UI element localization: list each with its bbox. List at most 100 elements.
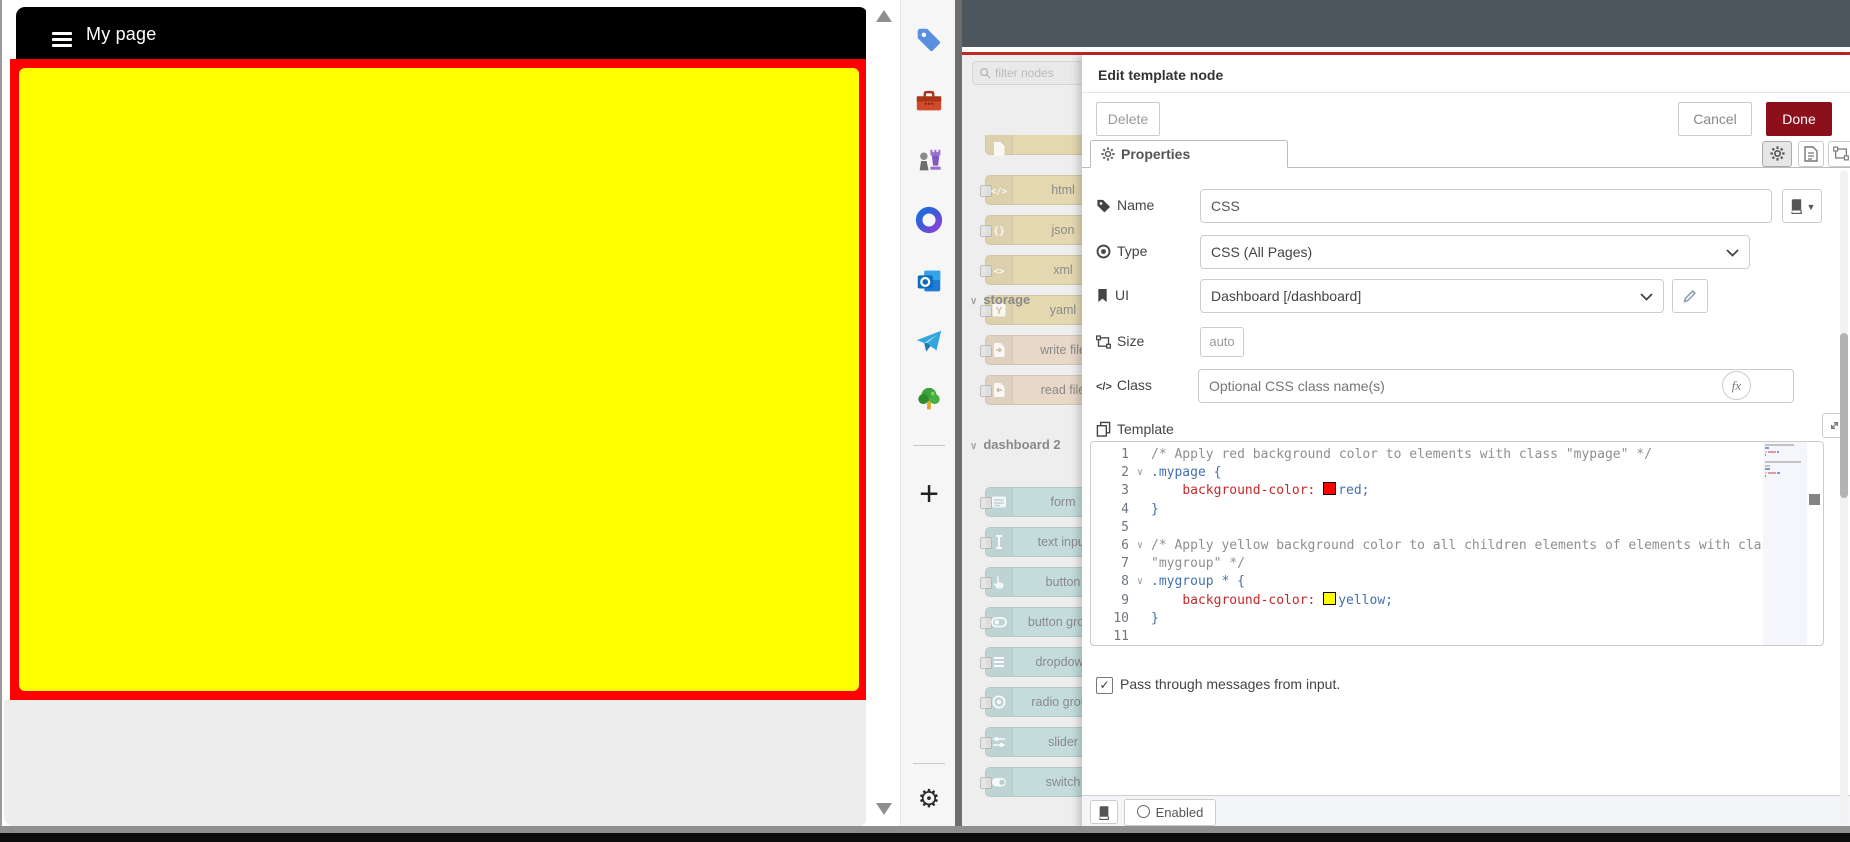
scroll-down-arrow-icon[interactable] bbox=[876, 803, 892, 815]
node-settings-button[interactable] bbox=[1762, 141, 1792, 167]
window-bottom-edge bbox=[0, 826, 1850, 833]
fold-chevron-icon bbox=[1129, 592, 1151, 610]
sidebar-settings-icon[interactable]: ⚙ bbox=[915, 784, 943, 814]
palette-node-read-file[interactable]: read file bbox=[980, 375, 1082, 405]
palette-node-switch[interactable]: switch bbox=[980, 767, 1082, 797]
chevron-down-icon: ∨ bbox=[970, 296, 978, 307]
code-lines[interactable]: 1 /* Apply red background color to elemen… bbox=[1091, 446, 1767, 642]
editor-minimap[interactable] bbox=[1763, 442, 1807, 645]
palette-node-slider[interactable]: slider bbox=[980, 727, 1082, 757]
book-icon bbox=[1790, 199, 1802, 215]
palette-node-form[interactable]: form bbox=[980, 487, 1082, 517]
code-line[interactable]: 7 "mygroup" */ bbox=[1091, 555, 1767, 573]
code-line[interactable]: 5 bbox=[1091, 519, 1767, 537]
fold-chevron-icon bbox=[1129, 446, 1151, 464]
cancel-button[interactable]: Cancel bbox=[1678, 102, 1752, 136]
sidebar-divider bbox=[913, 763, 945, 764]
fold-chevron-icon[interactable]: ∨ bbox=[1129, 537, 1151, 555]
code-line[interactable]: 9 background-color: yellow; bbox=[1091, 591, 1767, 610]
toolbox-icon[interactable] bbox=[914, 86, 944, 116]
edit-ui-pencil-button[interactable] bbox=[1672, 279, 1708, 313]
class-input[interactable] bbox=[1198, 369, 1794, 403]
name-expand-button[interactable]: ▼ bbox=[1782, 189, 1822, 223]
editor-scrollbar[interactable] bbox=[1808, 442, 1821, 645]
palette-category-label: dashboard 2 bbox=[983, 437, 1061, 452]
code-line[interactable]: 11 bbox=[1091, 628, 1767, 642]
code-line[interactable]: 8 ∨ .mygroup * { bbox=[1091, 573, 1767, 591]
tree-icon[interactable] bbox=[914, 385, 944, 415]
type-select[interactable]: CSS (All Pages) bbox=[1200, 235, 1750, 269]
line-number: 7 bbox=[1121, 556, 1129, 572]
color-red-swatch bbox=[1323, 482, 1337, 496]
node-enabled-toggle[interactable]: Enabled bbox=[1124, 799, 1216, 826]
chess-icon[interactable] bbox=[914, 145, 944, 175]
divider bbox=[1082, 92, 1850, 93]
node-description-button[interactable] bbox=[1798, 141, 1824, 167]
code-line[interactable]: 6 ∨/* Apply yellow background color to al… bbox=[1091, 537, 1767, 555]
tray-scrollbar-thumb[interactable] bbox=[1840, 333, 1848, 498]
palette-category-storage[interactable]: ∨ storage bbox=[970, 292, 1082, 312]
code-text: /* Apply yellow background color to all … bbox=[1151, 537, 1767, 553]
enabled-label: Enabled bbox=[1155, 805, 1204, 820]
palette-node-dropdown[interactable]: dropdown bbox=[980, 647, 1082, 677]
telegram-icon[interactable] bbox=[914, 326, 944, 356]
dashboard-app-bar: My page bbox=[16, 7, 868, 59]
outlook-icon[interactable] bbox=[914, 266, 944, 296]
palette-node-partial[interactable] bbox=[985, 135, 1082, 156]
palette-node-xml[interactable]: <> xml bbox=[980, 255, 1082, 285]
add-tab-button[interactable]: + bbox=[915, 476, 943, 512]
hamburger-menu-icon[interactable] bbox=[52, 32, 72, 48]
tab-properties-label: Properties bbox=[1121, 146, 1191, 162]
tag-icon[interactable] bbox=[914, 25, 944, 55]
file-out-icon bbox=[986, 376, 1013, 404]
node-appearance-button[interactable] bbox=[1828, 141, 1850, 167]
ui-select[interactable]: Dashboard [/dashboard] bbox=[1200, 279, 1664, 313]
radio-icon bbox=[986, 688, 1013, 716]
code-line[interactable]: 2 ∨ .mypage { bbox=[1091, 464, 1767, 482]
template-code-editor[interactable]: 1 /* Apply red background color to elemen… bbox=[1090, 441, 1824, 646]
palette-node-button-group[interactable]: button group bbox=[980, 607, 1082, 637]
palette-category-dashboard-2[interactable]: ∨ dashboard 2 bbox=[970, 437, 1082, 457]
palette-node-label: xml bbox=[1053, 263, 1073, 277]
palette-node-label: button bbox=[1045, 575, 1081, 589]
name-input[interactable] bbox=[1200, 189, 1772, 223]
tab-properties[interactable]: Properties bbox=[1090, 140, 1288, 168]
palette-node-radio-group[interactable]: radio group bbox=[980, 687, 1082, 717]
scroll-up-arrow-icon[interactable] bbox=[876, 10, 892, 22]
footer-docs-button[interactable] bbox=[1090, 800, 1118, 824]
palette-node-label: text input bbox=[1037, 535, 1082, 549]
palette-node-json[interactable]: {} json bbox=[980, 215, 1082, 245]
form-icon bbox=[986, 488, 1013, 516]
appearance-frame-icon bbox=[1833, 146, 1849, 161]
editor-scrollbar-thumb[interactable] bbox=[1809, 494, 1820, 505]
done-button[interactable]: Done bbox=[1766, 102, 1832, 136]
code-line[interactable]: 4} bbox=[1091, 501, 1767, 519]
edit-template-tray: Edit template node Delete Cancel Done Pr… bbox=[1082, 55, 1850, 833]
fold-chevron-icon bbox=[1129, 555, 1151, 573]
palette-filter-input[interactable]: filter nodes bbox=[972, 61, 1082, 85]
size-auto-button[interactable]: auto bbox=[1200, 327, 1244, 357]
palette-node-button[interactable]: button bbox=[980, 567, 1082, 597]
fold-chevron-icon bbox=[1129, 482, 1151, 500]
palette-node-write-file[interactable]: write file bbox=[980, 335, 1082, 365]
fold-chevron-icon bbox=[1129, 610, 1151, 628]
svg-text:{}: {} bbox=[993, 226, 1005, 237]
template-field-label: Template bbox=[1096, 421, 1174, 437]
code-line[interactable]: 3 background-color: red; bbox=[1091, 482, 1767, 500]
nodered-palette: filter nodes </> html{} json <> xml Yyaml ∨ sto… bbox=[962, 55, 1082, 833]
passthrough-checkbox[interactable]: ✓ bbox=[1096, 677, 1113, 694]
palette-node-html[interactable]: </> html bbox=[980, 175, 1082, 205]
fold-chevron-icon bbox=[1129, 628, 1151, 642]
fold-chevron-icon[interactable]: ∨ bbox=[1129, 464, 1151, 482]
fold-chevron-icon[interactable]: ∨ bbox=[1129, 573, 1151, 591]
code-line[interactable]: 1 /* Apply red background color to elemen… bbox=[1091, 446, 1767, 464]
code-line[interactable]: 10} bbox=[1091, 610, 1767, 628]
line-number: 6 bbox=[1121, 537, 1129, 553]
fold-chevron-icon bbox=[1129, 501, 1151, 519]
name-field-label: Name bbox=[1096, 197, 1154, 213]
microsoft-365-icon[interactable] bbox=[914, 205, 944, 235]
chevron-down-icon: ▼ bbox=[1806, 202, 1816, 212]
delete-button[interactable]: Delete bbox=[1096, 102, 1160, 136]
palette-node-text-input[interactable]: text input bbox=[980, 527, 1082, 557]
class-fx-button[interactable]: fx bbox=[1722, 371, 1751, 400]
